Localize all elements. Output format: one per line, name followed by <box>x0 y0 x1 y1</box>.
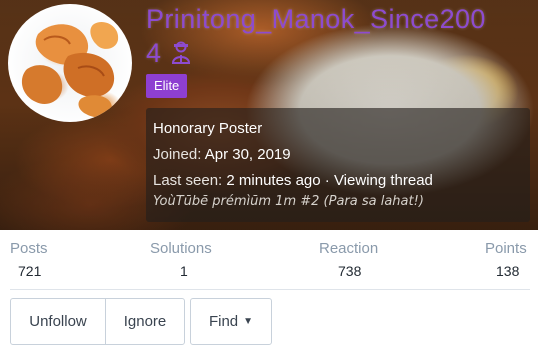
ignore-button[interactable]: Ignore <box>106 299 184 344</box>
avatar[interactable] <box>8 4 132 122</box>
stat-points-value[interactable]: 138 <box>496 263 519 279</box>
last-seen-row: Last seen: 2 minutes ago · Viewing threa… <box>153 172 433 189</box>
stat-reaction-value[interactable]: 738 <box>338 263 361 279</box>
joined-row: Joined: Apr 30, 2019 <box>153 146 291 163</box>
follow-ignore-group: Unfollow Ignore <box>10 298 185 345</box>
username-line-2: 4 <box>146 38 162 68</box>
stats-row: Posts 721 Solutions 1 Reaction 738 Point… <box>0 240 538 288</box>
stat-reaction-label: Reaction <box>319 240 379 257</box>
caret-down-icon: ▼ <box>243 316 254 327</box>
stat-solutions-label: Solutions <box>150 240 212 257</box>
stat-points-label: Points <box>485 240 527 257</box>
stat-posts-value[interactable]: 721 <box>18 263 41 279</box>
find-button[interactable]: Find ▼ <box>190 298 272 345</box>
user-title: Honorary Poster <box>153 120 263 137</box>
joined-date: Apr 30, 2019 <box>204 146 291 163</box>
find-label: Find <box>208 313 239 330</box>
username[interactable]: Prinitong_Manok_Since200 4 <box>146 2 538 73</box>
fried-chicken-image <box>21 21 119 118</box>
stat-solutions-value[interactable]: 1 <box>180 263 188 279</box>
unfollow-button[interactable]: Unfollow <box>11 299 106 344</box>
joined-label: Joined: <box>153 146 202 163</box>
stat-posts-label: Posts <box>10 240 48 257</box>
username-line-1: Prinitong_Manok_Since200 <box>146 4 486 34</box>
user-badge: Elite <box>146 74 188 98</box>
user-signature: YoùTūbē prémìūm 1m #2 (Para sa lahat!) <box>153 194 424 209</box>
last-seen-label: Last seen: <box>153 172 223 189</box>
user-info-panel: Honorary Poster Joined: Apr 30, 2019 Las… <box>146 108 530 222</box>
stats-divider <box>10 289 530 290</box>
user-shield-icon <box>171 39 191 73</box>
last-seen-value[interactable]: 2 minutes ago · Viewing thread <box>226 172 433 189</box>
